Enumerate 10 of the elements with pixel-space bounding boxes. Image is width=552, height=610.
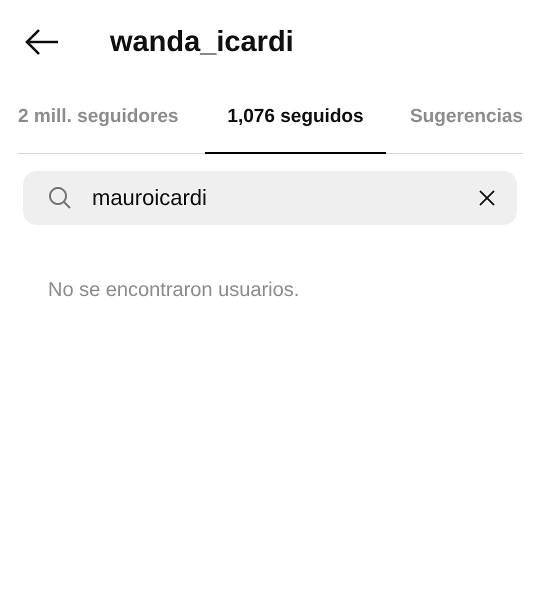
empty-message: No se encontraron usuarios.: [48, 279, 300, 302]
search-input[interactable]: mauroicardi: [90, 184, 461, 212]
search-field[interactable]: mauroicardi: [23, 171, 517, 225]
search-icon: [48, 186, 72, 210]
back-arrow-icon: [24, 27, 60, 57]
clear-button[interactable]: [479, 190, 495, 206]
username-title: wanda_icardi: [110, 26, 294, 58]
back-button[interactable]: [24, 27, 60, 57]
close-icon: [479, 190, 495, 206]
tab[interactable]: 1,076 seguidos: [205, 84, 386, 154]
